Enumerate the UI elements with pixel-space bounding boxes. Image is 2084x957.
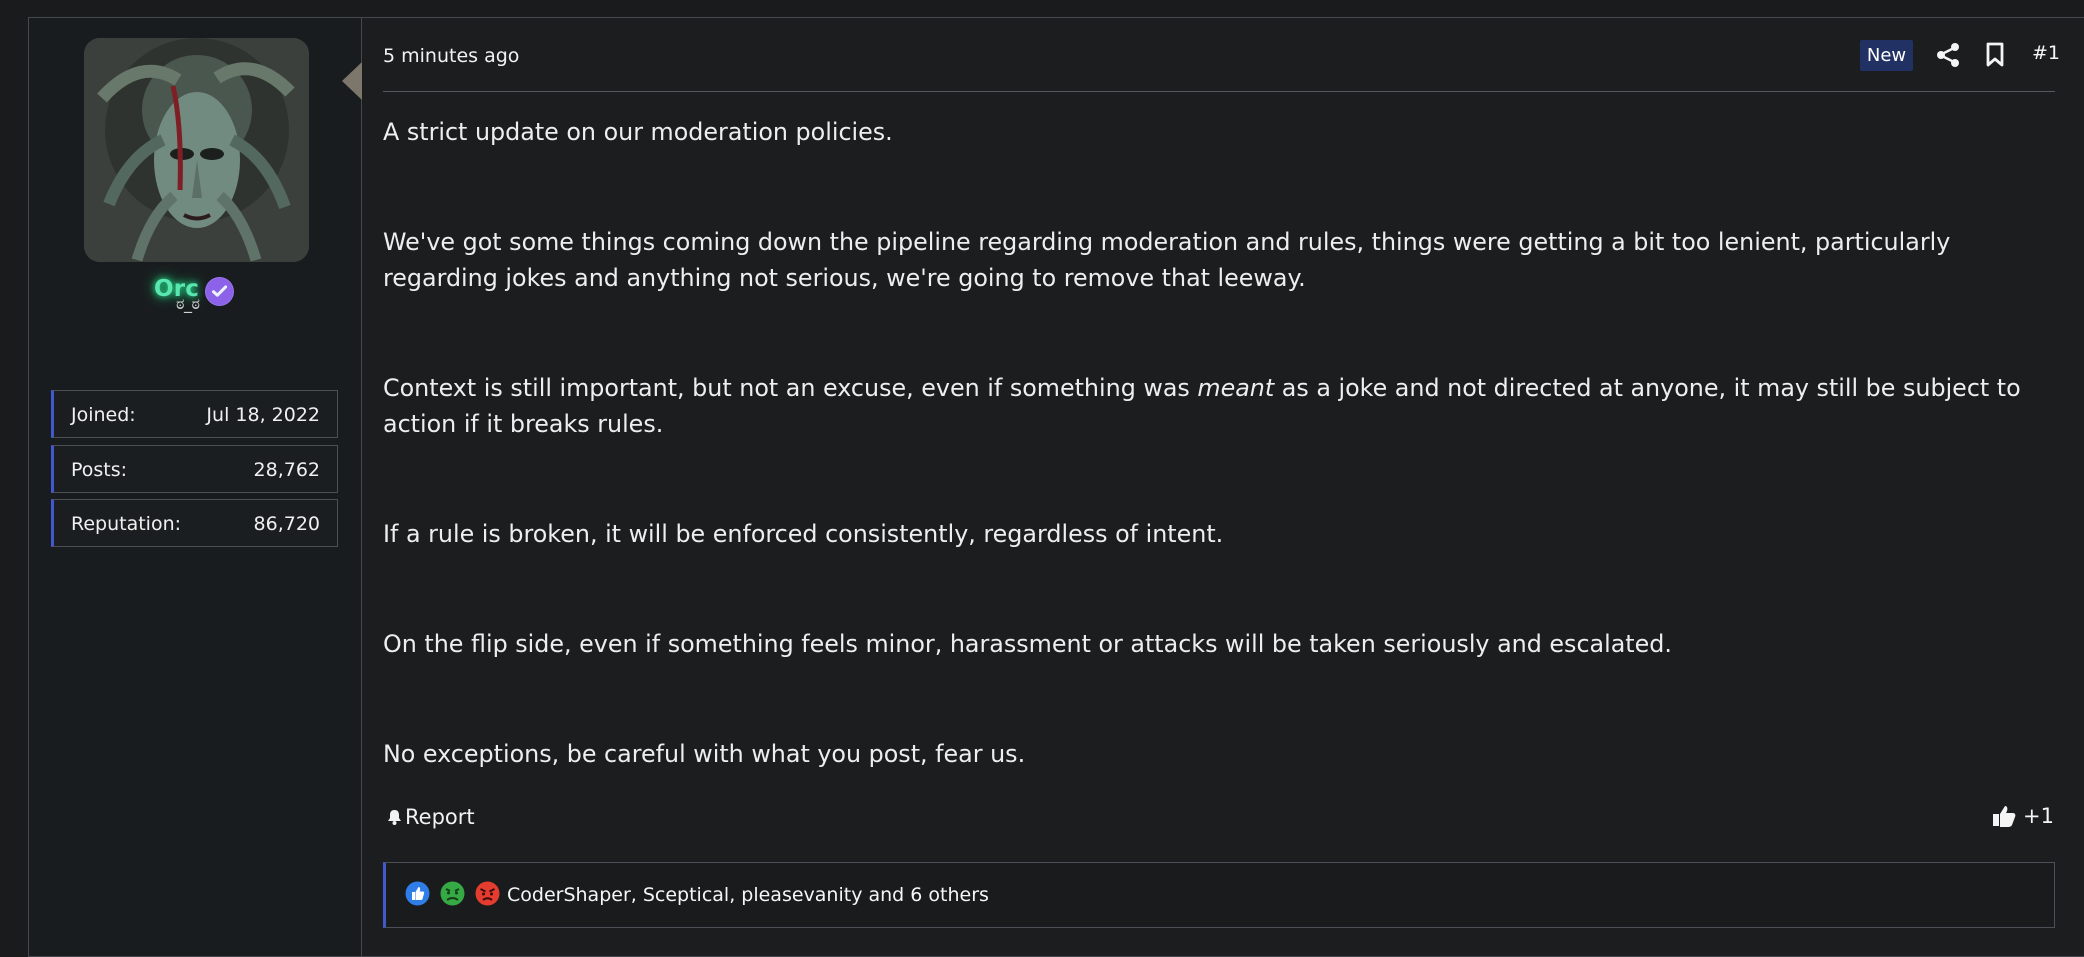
share-icon[interactable] <box>1935 42 1961 68</box>
bookmark-icon[interactable] <box>1984 42 2006 68</box>
bell-icon <box>388 810 401 825</box>
posts-stat: Posts: 28,762 <box>51 445 338 493</box>
post-number-link[interactable]: #1 <box>2032 42 2060 64</box>
post-paragraph: If a rule is broken, it will be enforced… <box>383 520 1224 548</box>
post-paragraph: On the flip side, even if something feel… <box>383 630 1672 658</box>
user-avatar[interactable] <box>84 38 309 262</box>
report-button[interactable]: Report <box>386 805 475 829</box>
angry-reaction-icon <box>475 881 500 906</box>
paragraph-text-before-emphasis: Context is still important, but not an e… <box>383 374 1198 402</box>
like-button[interactable]: +1 <box>1991 802 2055 832</box>
header-divider <box>383 91 2055 92</box>
reactions-bar[interactable]: CoderShaper, Sceptical, pleasevanity and… <box>383 862 2055 928</box>
forum-post: Orc ಠ_ಠ Joined: Jul 18, 2022 Posts: 28,7… <box>28 17 2084 957</box>
sick-reaction-icon <box>440 881 465 906</box>
post-paragraph: Context is still important, but not an e… <box>383 370 2055 442</box>
joined-label: Joined: <box>71 404 136 426</box>
joined-stat: Joined: Jul 18, 2022 <box>51 390 338 438</box>
user-title: ಠ_ಠ <box>176 294 200 313</box>
reputation-label: Reputation: <box>71 513 182 535</box>
thumbs-up-icon <box>1993 806 2016 827</box>
like-count: +1 <box>2023 804 2054 828</box>
new-badge: New <box>1860 40 1913 71</box>
post-paragraph: We've got some things coming down the pi… <box>383 228 1951 292</box>
user-sidebar: Orc ಠ_ಠ Joined: Jul 18, 2022 Posts: 28,7… <box>29 18 362 956</box>
posts-label: Posts: <box>71 459 128 481</box>
post-paragraph: No exceptions, be careful with what you … <box>383 740 1026 768</box>
reputation-stat: Reputation: 86,720 <box>51 499 338 547</box>
reputation-value: 86,720 <box>253 513 320 535</box>
post-paragraph: A strict update on our moderation polici… <box>383 118 893 146</box>
post-time[interactable]: 5 minutes ago <box>383 45 519 67</box>
reactions-users-link[interactable]: CoderShaper, Sceptical, pleasevanity and… <box>507 884 989 906</box>
post-pointer-arrow <box>342 62 362 100</box>
post-body: A strict update on our moderation polici… <box>383 114 2055 772</box>
emphasized-text: meant <box>1197 374 1275 402</box>
like-reaction-icon <box>405 881 430 906</box>
joined-value: Jul 18, 2022 <box>206 404 320 426</box>
posts-value: 28,762 <box>253 459 320 481</box>
report-label: Report <box>405 805 475 829</box>
post-content: 5 minutes ago New #1 A strict update on … <box>383 18 2060 956</box>
